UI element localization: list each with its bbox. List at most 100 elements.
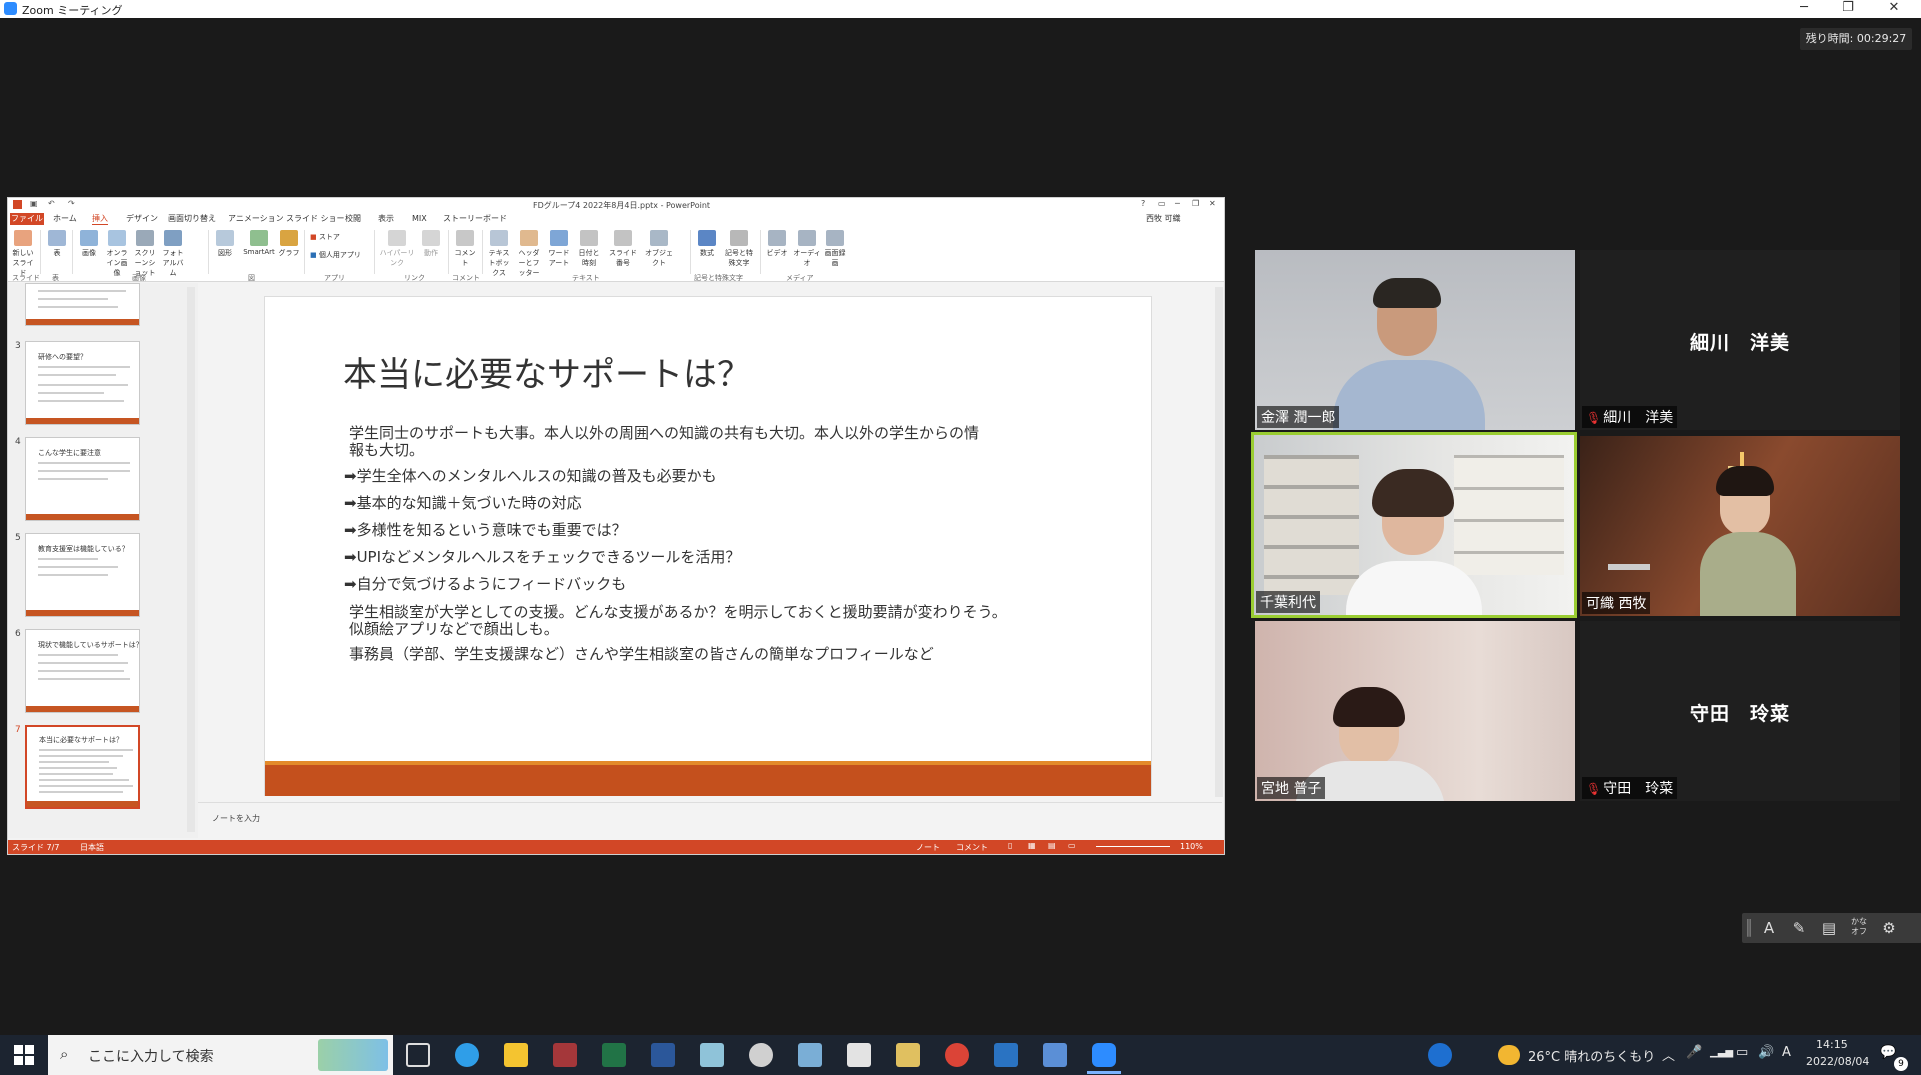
shapes-button[interactable]: 図形 [212, 230, 238, 274]
ppt-restore-button[interactable]: ❐ [1192, 199, 1199, 208]
zoom-level[interactable]: 110% [1180, 842, 1203, 851]
video-button[interactable]: ビデオ [764, 230, 790, 274]
photos-icon[interactable] [994, 1043, 1018, 1067]
save-icon[interactable]: ▣ [30, 199, 38, 208]
zoom-slider[interactable] [1096, 846, 1170, 847]
slide-thumbnail-3[interactable]: 研修への要望？ [25, 341, 140, 425]
kana-toggle[interactable]: かな オフ [1848, 917, 1870, 939]
tab-design[interactable]: デザイン [126, 213, 158, 225]
ribbon-display-button[interactable]: ▭ [1158, 199, 1166, 208]
app-icon-2[interactable] [749, 1043, 773, 1067]
access-icon[interactable] [553, 1043, 577, 1067]
comment-button[interactable]: コメント [452, 230, 478, 274]
video-tile-3-active-speaker[interactable]: 千葉利代 [1251, 432, 1577, 618]
chevron-up-icon[interactable]: ︿ [1662, 1045, 1675, 1064]
dictionary-icon[interactable]: ▤ [1818, 917, 1840, 939]
wifi-icon[interactable]: ▁▃▅ [1710, 1047, 1733, 1058]
undo-icon[interactable]: ↶ [48, 199, 55, 208]
ime-pad-icon[interactable]: ✎ [1788, 917, 1810, 939]
equation-button[interactable]: 数式 [694, 230, 720, 274]
ppt-close-button[interactable]: ✕ [1209, 199, 1216, 208]
drag-handle-icon[interactable]: ║ [1744, 917, 1754, 939]
date-time-button[interactable]: 日付と時刻 [576, 230, 602, 274]
excel-icon[interactable] [602, 1043, 626, 1067]
clock-date[interactable]: 2022/08/04 [1806, 1055, 1869, 1068]
slide-thumbnail-6[interactable]: 現状で機能しているサポートは？ [25, 629, 143, 713]
comments-toggle[interactable]: コメント [956, 842, 988, 853]
photo-album-button[interactable]: フォトアルバム [160, 230, 186, 277]
minimize-button[interactable]: ─ [1782, 0, 1826, 18]
online-picture-button[interactable]: オンライン画像 [104, 230, 130, 277]
slide-scrollbar[interactable] [1215, 287, 1223, 797]
tab-review[interactable]: 校閲 [345, 213, 361, 225]
language-indicator[interactable]: 日本語 [80, 842, 104, 853]
gear-icon[interactable]: ⚙ [1878, 917, 1900, 939]
network-icon[interactable]: ▭ [1736, 1045, 1748, 1060]
weather-icon[interactable] [1498, 1045, 1520, 1065]
slide-thumbnail-5[interactable]: 教育支援室は機能している？ [25, 533, 140, 617]
notification-icon[interactable]: 💬 [1880, 1045, 1896, 1060]
slide-thumbnail-2[interactable] [25, 283, 140, 326]
weather-text[interactable]: 26°C 晴れのちくもり [1528, 1046, 1655, 1065]
zoom-taskbar-icon[interactable] [1092, 1043, 1116, 1067]
help-icon[interactable] [1428, 1043, 1452, 1067]
slide-sorter-icon[interactable]: ▦ [1028, 841, 1036, 850]
picture-button[interactable]: 画像 [76, 230, 102, 274]
tab-mix[interactable]: MIX [412, 213, 427, 225]
taskbar-search-box[interactable]: ⌕ ここに入力して検索 [48, 1035, 393, 1075]
chrome-icon[interactable] [945, 1043, 969, 1067]
store-button[interactable]: ■ ストア [310, 232, 340, 242]
notes-toggle[interactable]: ノート [916, 842, 940, 853]
windows-start-icon[interactable] [14, 1045, 34, 1065]
task-view-icon[interactable] [406, 1043, 430, 1067]
word-icon[interactable] [651, 1043, 675, 1067]
screen-recording-button[interactable]: 画面録画 [822, 230, 848, 274]
slide-number-button[interactable]: スライド番号 [606, 230, 640, 274]
slideshow-view-icon[interactable]: ▭ [1068, 841, 1076, 850]
edge-browser-icon[interactable] [455, 1043, 479, 1067]
video-tile-4[interactable]: 可織 西牧 [1580, 436, 1900, 616]
tab-slideshow[interactable]: スライド ショー [286, 213, 345, 225]
tab-storyboard[interactable]: ストーリーボード [443, 213, 507, 225]
reading-view-icon[interactable]: ▤ [1048, 841, 1056, 850]
slide-thumbnail-7-selected[interactable]: 本当に必要なサポートは？ [25, 725, 140, 809]
user-name[interactable]: 西牧 可織 [1146, 213, 1181, 225]
video-tile-6[interactable]: 守田 玲菜 🎙 守田 玲菜 [1580, 621, 1900, 801]
textbox-button[interactable]: テキストボックス [486, 230, 512, 277]
my-apps-button[interactable]: ■ 個人用アプリ [310, 250, 361, 260]
app-icon-4[interactable] [847, 1043, 871, 1067]
restore-button[interactable]: ❐ [1826, 0, 1870, 18]
wordart-button[interactable]: ワードアート [546, 230, 572, 274]
video-tile-5[interactable]: 宮地 普子 [1255, 621, 1575, 801]
file-explorer-icon[interactable] [504, 1043, 528, 1067]
normal-view-icon[interactable]: ▯ [1008, 841, 1012, 850]
redo-icon[interactable]: ↷ [68, 199, 75, 208]
clock-time[interactable]: 14:15 [1816, 1038, 1848, 1051]
symbol-button[interactable]: 記号と特殊文字 [722, 230, 756, 274]
microphone-icon[interactable]: 🎤 [1686, 1045, 1702, 1060]
object-button[interactable]: オブジェクト [642, 230, 676, 274]
thumbnail-scrollbar[interactable] [187, 287, 195, 832]
volume-icon[interactable]: 🔊 [1758, 1045, 1774, 1060]
screenshot-button[interactable]: スクリーンショット [132, 230, 158, 277]
input-mode-button[interactable]: A [1758, 917, 1780, 939]
notes-pane[interactable]: ノートを入力 [198, 802, 1222, 838]
app-icon-1[interactable] [700, 1043, 724, 1067]
smartart-button[interactable]: SmartArt [242, 230, 276, 274]
header-footer-button[interactable]: ヘッダーとフッター [516, 230, 542, 277]
new-slide-button[interactable]: 新しいスライド [10, 230, 36, 277]
app-icon-5[interactable] [896, 1043, 920, 1067]
ppt-minimize-button[interactable]: ─ [1175, 199, 1180, 208]
tab-insert[interactable]: 挿入 [92, 213, 108, 225]
app-icon-3[interactable] [798, 1043, 822, 1067]
chart-button[interactable]: グラフ [276, 230, 302, 274]
ime-indicator[interactable]: A [1782, 1045, 1791, 1060]
close-button[interactable]: ✕ [1872, 0, 1916, 18]
slide-thumbnail-4[interactable]: こんな学生に要注意 [25, 437, 140, 521]
table-button[interactable]: 表 [44, 230, 70, 274]
tab-transitions[interactable]: 画面切り替え [168, 213, 216, 225]
tab-home[interactable]: ホーム [53, 213, 77, 225]
app-icon-6[interactable] [1043, 1043, 1067, 1067]
tab-view[interactable]: 表示 [378, 213, 394, 225]
help-button[interactable]: ? [1141, 199, 1145, 208]
